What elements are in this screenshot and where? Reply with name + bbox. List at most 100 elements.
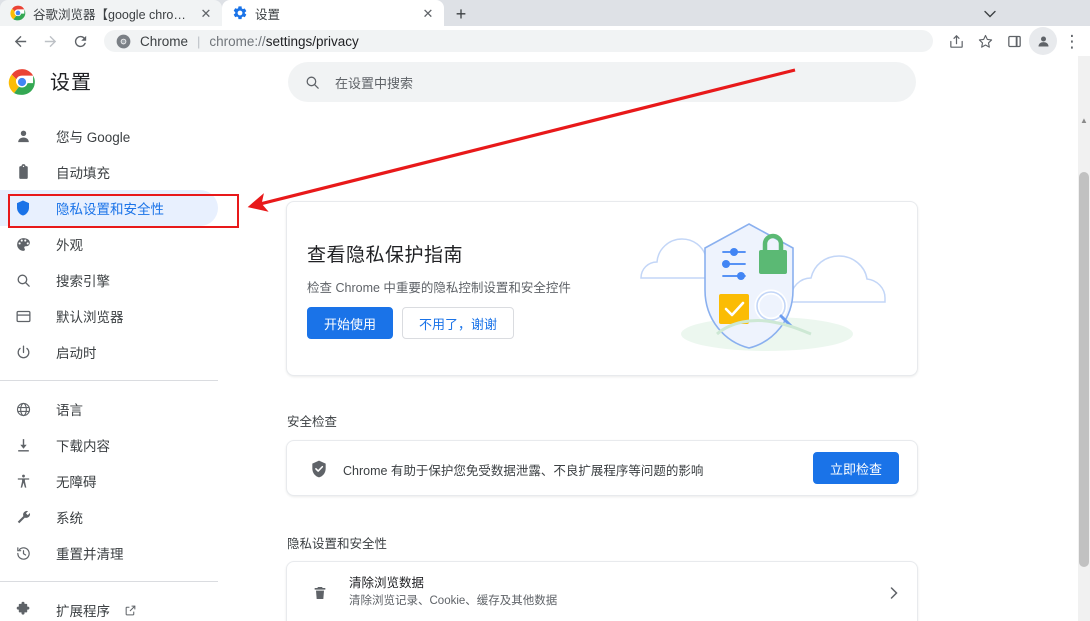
sidebar-item-you-and-google[interactable]: 您与 Google xyxy=(0,118,218,154)
puzzle-icon xyxy=(12,599,34,621)
tab-strip: 谷歌浏览器【google chrome】 ✕ 设置 ✕ + xyxy=(0,0,1090,26)
sidebar-item-label: 无障碍 xyxy=(56,475,97,490)
restore-icon xyxy=(12,542,34,564)
sidebar-item-label: 下载内容 xyxy=(56,439,110,454)
sidebar-item-system[interactable]: 系统 xyxy=(0,499,218,535)
scroll-up-arrow[interactable]: ▲ xyxy=(1079,114,1089,126)
list-item-text: 清除浏览数据 清除浏览记录、Cookie、缓存及其他数据 xyxy=(349,575,881,610)
start-using-button[interactable]: 开始使用 xyxy=(307,307,394,339)
browser-menu-button[interactable]: ⋮ xyxy=(1058,27,1086,55)
sidebar-item-label: 语言 xyxy=(56,403,83,418)
sidebar-item-label: 启动时 xyxy=(56,346,97,361)
tab-google-chrome[interactable]: 谷歌浏览器【google chrome】 ✕ xyxy=(0,0,222,26)
settings-page: 设置 在设置中搜索 您与 Google 自动填充 隐私设置和安全性 外观 搜索引… xyxy=(0,56,1090,621)
omnibox-url-prefix: chrome:// xyxy=(209,33,266,49)
scrollbar-thumb[interactable] xyxy=(1079,172,1089,567)
sidebar-item-privacy-and-security[interactable]: 隐私设置和安全性 xyxy=(0,190,218,226)
chrome-logo-icon xyxy=(116,34,131,48)
power-icon xyxy=(12,341,34,363)
browser-toolbar: Chrome | chrome://settings/privacy ⋮ xyxy=(0,26,1090,56)
safety-check-section-title: 安全检查 xyxy=(287,415,338,429)
list-item-title: 清除浏览数据 xyxy=(349,576,425,590)
sidebar-item-languages[interactable]: 语言 xyxy=(0,391,218,427)
sidebar-item-label: 外观 xyxy=(56,238,83,253)
address-bar[interactable]: Chrome | chrome://settings/privacy xyxy=(104,30,933,52)
promo-subtitle: 检查 Chrome 中重要的隐私控制设置和安全控件 xyxy=(307,281,571,295)
new-tab-button[interactable]: + xyxy=(450,3,472,25)
toolbar-actions: ⋮ xyxy=(941,27,1090,55)
omnibox-url-path: settings/privacy xyxy=(265,33,359,49)
chrome-logo-icon xyxy=(8,69,35,95)
search-input[interactable]: 在设置中搜索 xyxy=(288,62,916,102)
tab-settings[interactable]: 设置 ✕ xyxy=(222,0,444,26)
omnibox-url: chrome://settings/privacy xyxy=(209,34,358,49)
sidebar-item-appearance[interactable]: 外观 xyxy=(0,226,218,262)
chrome-logo-icon xyxy=(10,5,26,21)
sidebar-item-reset-and-cleanup[interactable]: 重置并清理 xyxy=(0,535,218,571)
check-now-button[interactable]: 立即检查 xyxy=(812,452,899,484)
reload-button[interactable] xyxy=(66,27,94,55)
sidebar-item-label: 重置并清理 xyxy=(56,547,124,562)
side-panel-icon[interactable] xyxy=(1000,27,1028,55)
clipboard-icon xyxy=(12,161,34,183)
sidebar-item-label: 扩展程序 xyxy=(56,604,110,619)
shield-icon xyxy=(12,197,34,219)
tab-close-icon[interactable]: ✕ xyxy=(420,5,436,21)
open-in-new-icon xyxy=(124,604,137,617)
profile-avatar-icon[interactable] xyxy=(1029,27,1057,55)
tab-title: 谷歌浏览器【google chrome】 xyxy=(33,7,191,22)
back-button[interactable] xyxy=(6,27,34,55)
forward-button[interactable] xyxy=(36,27,64,55)
sidebar-item-default-browser[interactable]: 默认浏览器 xyxy=(0,298,218,334)
list-item-subtitle: 清除浏览记录、Cookie、缓存及其他数据 xyxy=(349,595,558,607)
wrench-icon xyxy=(12,506,34,528)
promo-title: 查看隐私保护指南 xyxy=(307,245,464,266)
sidebar-item-label: 搜索引擎 xyxy=(56,274,110,289)
browser-window-icon xyxy=(12,305,34,327)
sidebar-item-label: 您与 Google xyxy=(56,130,131,145)
sidebar-item-accessibility[interactable]: 无障碍 xyxy=(0,463,218,499)
safety-check-card: Chrome 有助于保护您免受数据泄露、不良扩展程序等问题的影响 立即检查 xyxy=(286,440,918,496)
sidebar-item-label: 系统 xyxy=(56,511,83,526)
tab-title: 设置 xyxy=(255,7,281,22)
privacy-guide-promo-card: 查看隐私保护指南 检查 Chrome 中重要的隐私控制设置和安全控件 开始使用 … xyxy=(286,201,918,376)
palette-icon xyxy=(12,233,34,255)
settings-sidebar: 您与 Google 自动填充 隐私设置和安全性 外观 搜索引擎 默认浏览器 启动… xyxy=(0,110,250,621)
tab-search-icon[interactable] xyxy=(980,5,1000,23)
safety-check-description: Chrome 有助于保护您免受数据泄露、不良扩展程序等问题的影响 xyxy=(343,464,704,478)
accessibility-icon xyxy=(12,470,34,492)
privacy-settings-card: 清除浏览数据 清除浏览记录、Cookie、缓存及其他数据 隐私保护指南 检查重要… xyxy=(286,561,918,621)
share-icon[interactable] xyxy=(942,27,970,55)
privacy-section-title: 隐私设置和安全性 xyxy=(287,537,388,551)
download-icon xyxy=(12,434,34,456)
omnibox-scheme-label: Chrome xyxy=(140,33,189,49)
sidebar-item-extensions[interactable]: 扩展程序 xyxy=(0,592,218,621)
sidebar-item-label: 默认浏览器 xyxy=(56,310,124,325)
sidebar-item-label: 自动填充 xyxy=(56,166,110,181)
settings-gear-icon xyxy=(233,6,247,20)
tab-close-icon[interactable]: ✕ xyxy=(198,5,214,21)
globe-icon xyxy=(12,398,34,420)
no-thanks-button[interactable]: 不用了，谢谢 xyxy=(402,307,515,339)
person-icon xyxy=(12,125,34,147)
search-icon xyxy=(12,269,34,291)
sidebar-item-label: 隐私设置和安全性 xyxy=(56,202,164,217)
omnibox-separator: | xyxy=(197,33,201,49)
sidebar-item-autofill[interactable]: 自动填充 xyxy=(0,154,218,190)
sidebar-item-on-startup[interactable]: 启动时 xyxy=(0,334,218,370)
browser-window: 谷歌浏览器【google chrome】 ✕ 设置 ✕ + Chrome | c… xyxy=(0,0,1090,621)
page-scrollbar[interactable]: ▲ xyxy=(1078,56,1090,621)
sidebar-item-search-engine[interactable]: 搜索引擎 xyxy=(0,262,218,298)
sidebar-item-downloads[interactable]: 下载内容 xyxy=(0,427,218,463)
sidebar-divider xyxy=(0,380,218,381)
star-icon[interactable] xyxy=(971,27,999,55)
sidebar-divider xyxy=(0,581,218,582)
search-icon xyxy=(306,76,319,89)
trash-icon xyxy=(309,582,331,604)
chevron-right-icon[interactable] xyxy=(881,586,907,599)
list-item-clear-browsing-data[interactable]: 清除浏览数据 清除浏览记录、Cookie、缓存及其他数据 xyxy=(287,562,917,621)
search-placeholder: 在设置中搜索 xyxy=(335,75,414,91)
settings-header: 设置 在设置中搜索 xyxy=(0,56,1078,110)
privacy-shield-illustration xyxy=(640,223,886,351)
settings-main-content: 查看隐私保护指南 检查 Chrome 中重要的隐私控制设置和安全控件 开始使用 … xyxy=(250,110,1078,621)
